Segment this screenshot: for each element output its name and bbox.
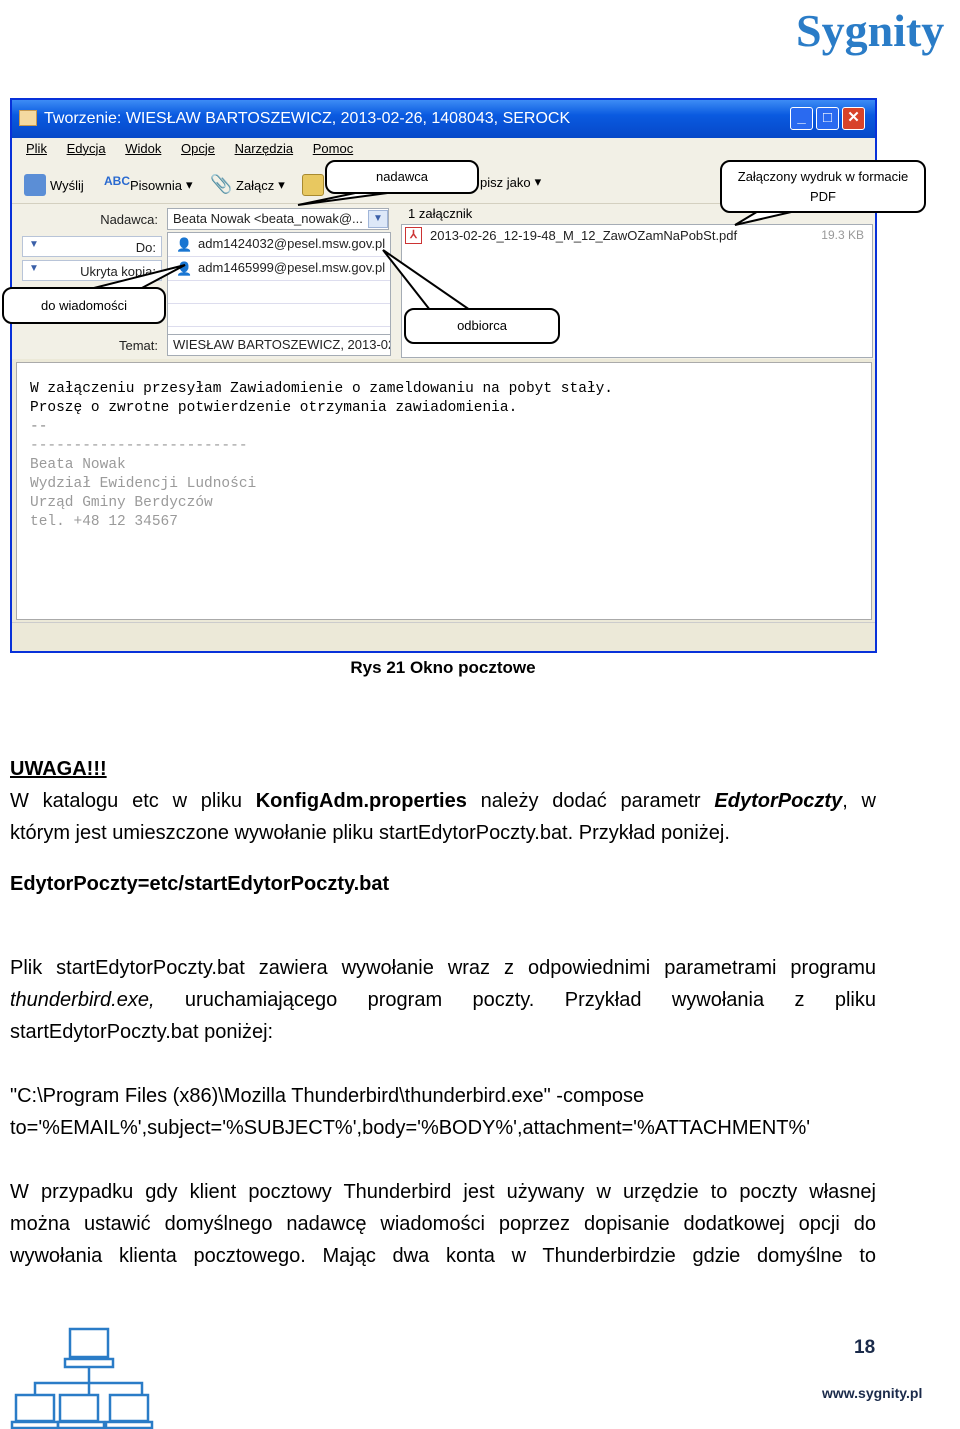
text-run: , w [842,790,877,812]
callout-bcc: do wiadomości [2,287,166,324]
program-name: thunderbird.exe, [10,989,155,1011]
paragraph-line: W katalogu etc w pliku KonfigAdm.propert… [10,789,876,813]
callout-tail-bcc [89,264,186,290]
paragraph-line: W przypadku gdy klient pocztowy Thunderb… [10,1181,876,1203]
paragraph-line: można ustawić domyślnego nadawcę wiadomo… [10,1213,876,1235]
command-line: to='%EMAIL%',subject='%SUBJECT%',body='%… [10,1117,811,1139]
paragraph-line: wywołania klienta pocztowego. Mając dwa … [10,1245,876,1267]
callout-tail-recipient [382,249,474,311]
callout-sender: nadawca [325,160,479,194]
paragraph-line: Plik startEdytorPoczty.bat zawiera wywoł… [10,957,876,979]
callout-attachment: Załączony wydruk w formacie PDF [720,160,926,213]
paragraph-line: thunderbird.exe, uruchamiającego program… [10,988,876,1012]
callout-recipient: odbiorca [404,308,560,344]
text-run: uruchamiającego program poczty. Przykład… [154,989,876,1011]
callout-tails [89,191,801,311]
website-link[interactable]: www.sygnity.pl [822,1385,922,1401]
config-parameter: EdytorPoczty=etc/startEdytorPoczty.bat [10,873,390,895]
warning-heading: UWAGA!!! [10,758,107,780]
network-computers-icon [10,1327,154,1429]
text-run: W katalogu etc w pliku [10,790,256,812]
paragraph-line: którym jest umieszczone wywołanie pliku … [10,822,730,844]
figure-caption: Rys 21 Okno pocztowe [350,658,536,677]
parameter-name: EdytorPoczty [714,790,843,812]
command-line: "C:\Program Files (x86)\Mozilla Thunderb… [10,1085,645,1107]
filename-bold: KonfigAdm.properties [255,790,467,812]
paragraph-line: startEdytorPoczty.bat poniżej: [10,1021,274,1043]
text-run: należy dodać parametr [466,790,715,812]
page-number: 18 [854,1337,876,1358]
